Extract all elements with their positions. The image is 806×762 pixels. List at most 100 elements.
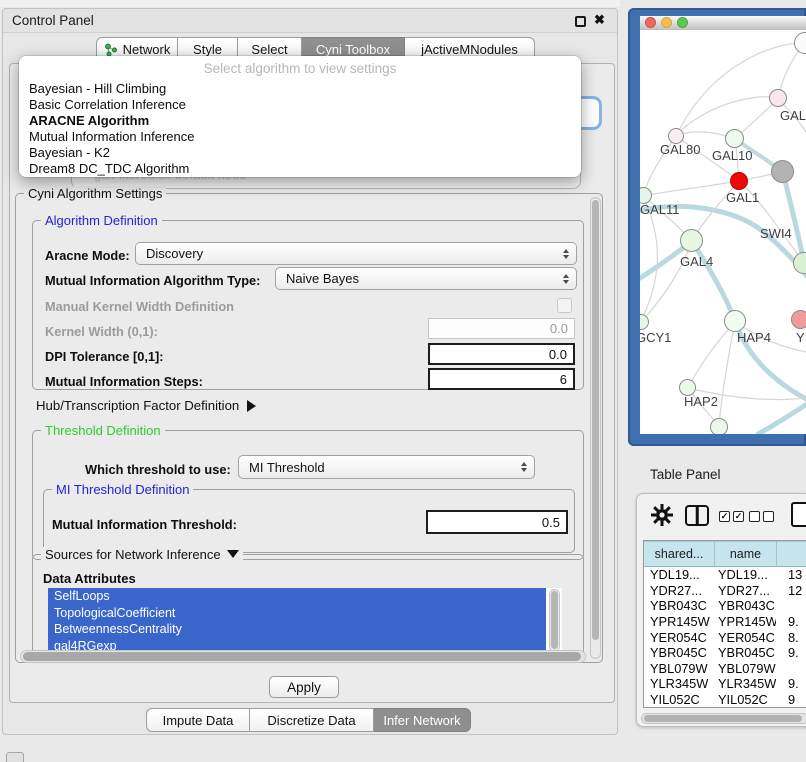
unchecked-box-icon (763, 511, 774, 522)
mi-threshold-field[interactable]: 0.5 (426, 510, 568, 534)
apply-button[interactable]: Apply (269, 676, 339, 698)
mi-threshold-label: Mutual Information Threshold: (52, 517, 237, 532)
mac-close-icon[interactable] (645, 17, 656, 28)
node-label: GAL11 (640, 202, 680, 217)
node-gal10[interactable] (725, 129, 744, 148)
mac-minimize-icon[interactable] (661, 17, 672, 28)
table-row[interactable]: YDL19... YDL19... 13 (644, 567, 806, 583)
node-gray[interactable] (771, 160, 794, 183)
table-row[interactable]: YPR145W YPR145W 9. (644, 614, 806, 630)
settings-vscrollbar-thumb[interactable] (592, 200, 599, 640)
mi-threshold-definition-title: MI Threshold Definition (52, 482, 193, 497)
algorithm-definition-title: Algorithm Definition (41, 213, 162, 228)
dropdown-item-basic-correlation[interactable]: Basic Correlation Inference (19, 97, 581, 113)
list-vscrollbar-track[interactable] (549, 589, 560, 652)
dropdown-item-aracne[interactable]: ARACNE Algorithm (19, 113, 581, 129)
algorithm-dropdown-placeholder: Select algorithm to view settings (19, 61, 581, 76)
table-hscrollbar-track[interactable] (641, 713, 806, 724)
node-gal-partial[interactable] (769, 89, 787, 107)
table-row[interactable]: YIL052C YIL052C 9 (644, 692, 806, 708)
tab-jactivemnodules-label: jActiveMNodules (421, 42, 518, 57)
node-bottom-partial[interactable] (710, 418, 728, 434)
table-row[interactable]: YBL079W YBL079W (644, 661, 806, 677)
network-icon (104, 43, 118, 57)
tab-impute-data[interactable]: Impute Data (146, 708, 250, 732)
node-label: GAL (780, 108, 806, 123)
column-layout-icon[interactable] (685, 505, 709, 526)
list-vscrollbar-thumb[interactable] (551, 591, 558, 649)
node-label: HAP2 (684, 394, 718, 409)
list-item[interactable]: SelfLoops (48, 588, 546, 605)
tab-infer-network[interactable]: Infer Network (374, 708, 471, 732)
sources-group: Sources for Network Inference Data Attri… (32, 554, 584, 652)
float-panel-icon[interactable] (575, 16, 586, 27)
mi-algorithm-type-label: Mutual Information Algorithm Type: (45, 273, 260, 288)
new-table-icon[interactable] (791, 502, 806, 527)
settings-vscrollbar-track[interactable] (590, 197, 601, 659)
dropdown-item-mutual-information[interactable]: Mutual Information Inference (19, 129, 581, 145)
dropdown-item-bayesian-k2[interactable]: Bayesian - K2 (19, 145, 581, 161)
tab-network-label: Network (123, 42, 171, 57)
data-attributes-list: SelfLoops TopologicalCoefficient Between… (48, 588, 562, 654)
hub-definition-label: Hub/Transcription Factor Definition (36, 398, 239, 413)
sources-title[interactable]: Sources for Network Inference (41, 547, 243, 562)
partial-button[interactable] (6, 752, 24, 762)
mac-zoom-icon[interactable] (677, 17, 688, 28)
column-header-name[interactable]: name (715, 541, 777, 567)
network-canvas[interactable]: GAL GAL80 GAL10 GAL1 GAL11 GAL4 SWI4 GCY… (640, 30, 806, 434)
tab-discretize-data[interactable]: Discretize Data (250, 708, 374, 732)
combo-spinner-icon (563, 274, 569, 284)
table-row[interactable]: YBR043C YBR043C (644, 598, 806, 614)
network-view-window: GAL GAL80 GAL10 GAL1 GAL11 GAL4 SWI4 GCY… (628, 8, 806, 446)
close-panel-icon[interactable]: ✖ (594, 12, 605, 28)
list-item[interactable]: BetweennessCentrality (48, 621, 546, 638)
combo-spinner-icon (563, 249, 569, 259)
kernel-width-field[interactable]: 0.0 (428, 318, 575, 339)
which-threshold-combo[interactable]: MI Threshold (238, 455, 535, 479)
node-label: GAL10 (712, 148, 752, 163)
show-selected-columns-icon[interactable]: ✓✓ (719, 511, 744, 522)
tab-cyni-toolbox-label: Cyni Toolbox (316, 42, 390, 57)
node-hap4[interactable] (724, 310, 746, 332)
manual-kernel-width-checkbox[interactable] (557, 298, 572, 313)
node-gal4[interactable] (680, 229, 703, 252)
node-gal1-selected[interactable] (730, 172, 748, 190)
aracne-mode-combo[interactable]: Discovery (135, 242, 577, 265)
table-hscrollbar-thumb[interactable] (644, 715, 802, 722)
node-label: GCY1 (640, 330, 671, 345)
settings-hscrollbar-track[interactable] (20, 650, 586, 663)
tab-select-label: Select (251, 42, 287, 57)
tab-style-label: Style (193, 42, 222, 57)
node-label: HAP4 (737, 330, 771, 345)
dropdown-item-bayesian-hill-climbing[interactable]: Bayesian - Hill Climbing (19, 81, 581, 97)
column-header-partial[interactable] (777, 541, 806, 567)
which-threshold-label: Which threshold to use: (85, 462, 231, 477)
mi-algorithm-type-combo[interactable]: Naive Bayes (275, 267, 577, 290)
dpi-tolerance-field[interactable]: 0.0 (428, 343, 575, 365)
table-row[interactable]: YLR345W YLR345W 9. (644, 676, 806, 692)
table-row[interactable]: YDR27... YDR27... 12 (644, 583, 806, 599)
aracne-mode-value: Discovery (146, 246, 203, 261)
combo-spinner-icon (521, 462, 527, 472)
table-panel-card: ✓✓ shared... name YDL19... YDL19... 13 Y… (636, 493, 806, 727)
gear-icon[interactable] (651, 504, 673, 526)
settings-hscrollbar-thumb[interactable] (23, 652, 581, 661)
node-label: GAL1 (726, 190, 759, 205)
which-threshold-value: MI Threshold (249, 460, 325, 475)
tab-discretize-data-label: Discretize Data (267, 713, 355, 728)
tab-infer-network-label: Infer Network (383, 713, 460, 728)
dropdown-item-dream8[interactable]: Dream8 DC_TDC Algorithm (19, 161, 581, 177)
node-label: GAL4 (680, 254, 713, 269)
mi-steps-field[interactable]: 6 (428, 368, 575, 390)
hide-columns-icon[interactable] (749, 511, 774, 522)
node-salmon[interactable] (791, 310, 806, 329)
hub-definition-expander[interactable]: Hub/Transcription Factor Definition (36, 398, 256, 413)
column-header-shared-name[interactable]: shared... (644, 541, 715, 567)
table-row[interactable]: YBR045C YBR045C 9. (644, 645, 806, 661)
list-item[interactable]: TopologicalCoefficient (48, 605, 546, 622)
table-panel-title: Table Panel (650, 467, 721, 482)
table-row[interactable]: YER054C YER054C 8. (644, 629, 806, 645)
checked-box-icon: ✓ (719, 511, 730, 522)
manual-kernel-width-label: Manual Kernel Width Definition (45, 299, 234, 314)
cyni-algorithm-settings-title: Cyni Algorithm Settings (24, 186, 166, 201)
